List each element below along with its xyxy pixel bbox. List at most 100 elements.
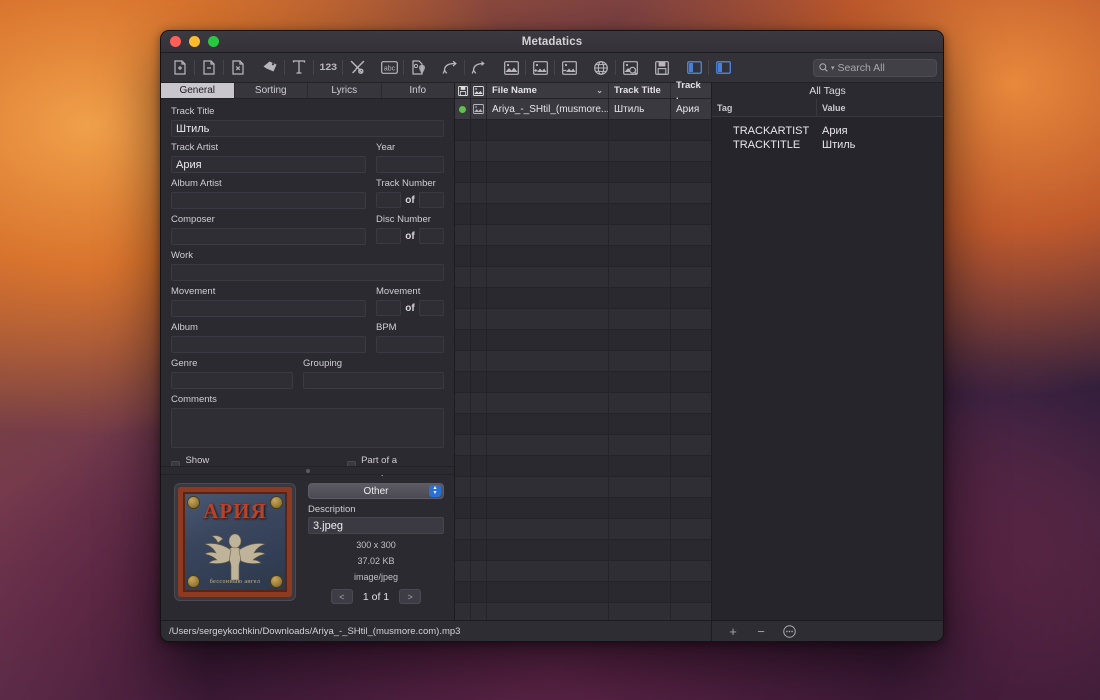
- angel-artwork-illustration: [191, 531, 279, 583]
- file-list-rows[interactable]: Ariya_-_SHtil_(musmore.... Штиль Ария: [455, 99, 711, 620]
- toggle-right-panel-icon[interactable]: [710, 56, 736, 80]
- value-column-header[interactable]: Value: [817, 99, 943, 116]
- table-row[interactable]: Ariya_-_SHtil_(musmore.... Штиль Ария: [455, 99, 711, 120]
- empty-cell: [455, 561, 471, 581]
- table-row-empty[interactable]: [455, 372, 711, 393]
- table-row-empty[interactable]: [455, 204, 711, 225]
- table-row-empty[interactable]: [455, 309, 711, 330]
- abc-icon[interactable]: abc: [376, 56, 402, 80]
- close-button[interactable]: [170, 36, 181, 47]
- toolbar-separator: [342, 60, 343, 75]
- grouping-input[interactable]: [303, 372, 444, 389]
- add-file-icon[interactable]: [167, 56, 193, 80]
- composer-input[interactable]: [171, 228, 366, 245]
- year-input[interactable]: [376, 156, 444, 173]
- tab-info[interactable]: Info: [382, 83, 455, 98]
- list-item[interactable]: TRACKTITLE Штиль: [712, 138, 943, 152]
- list-item[interactable]: TRACKARTIST Ария: [712, 124, 943, 138]
- work-input[interactable]: [171, 264, 444, 281]
- artwork-column-header[interactable]: [471, 83, 487, 98]
- save-state-column-header[interactable]: [455, 83, 471, 98]
- numbering-icon[interactable]: 123: [315, 56, 341, 80]
- remove-file-icon[interactable]: [196, 56, 222, 80]
- table-row-empty[interactable]: [455, 519, 711, 540]
- stepper-chevrons-icon[interactable]: ▴▾: [429, 485, 441, 497]
- table-row-empty[interactable]: [455, 582, 711, 603]
- table-row-empty[interactable]: [455, 498, 711, 519]
- artwork-icon[interactable]: [498, 56, 524, 80]
- search-input[interactable]: ▾ Search All: [813, 59, 937, 77]
- minimize-button[interactable]: [189, 36, 200, 47]
- track-title-column-header[interactable]: Track Title: [609, 83, 671, 98]
- toggle-left-panel-icon[interactable]: [681, 56, 707, 80]
- tab-general[interactable]: General: [161, 83, 235, 98]
- bpm-input[interactable]: [376, 336, 444, 353]
- table-row-empty[interactable]: [455, 603, 711, 620]
- add-tag-button[interactable]: +: [726, 624, 740, 638]
- floppy-icon: [458, 86, 468, 96]
- track-number-input[interactable]: [376, 192, 401, 208]
- tools-icon[interactable]: [344, 56, 370, 80]
- file-name-column-header[interactable]: File Name ⌄: [487, 83, 609, 98]
- comments-textarea[interactable]: [171, 408, 444, 448]
- movement-number-label: Movement: [376, 286, 444, 298]
- track-artist-input[interactable]: Ария: [171, 156, 366, 173]
- all-tags-rows[interactable]: TRACKARTIST Ария TRACKTITLE Штиль: [712, 117, 943, 620]
- table-row-empty[interactable]: [455, 330, 711, 351]
- table-row-empty[interactable]: [455, 351, 711, 372]
- table-row-empty[interactable]: [455, 540, 711, 561]
- artwork-next-button[interactable]: >: [399, 589, 421, 604]
- tab-lyrics[interactable]: Lyrics: [308, 83, 382, 98]
- add-artwork-icon[interactable]: [527, 56, 553, 80]
- genre-label: Genre: [171, 358, 293, 370]
- tag-icon[interactable]: [257, 56, 283, 80]
- disc-number-input[interactable]: [376, 228, 401, 244]
- tag-column-header[interactable]: Tag: [712, 99, 817, 116]
- table-row-empty[interactable]: [455, 456, 711, 477]
- artwork-description-input[interactable]: 3.jpeg: [308, 517, 444, 534]
- track-title-input[interactable]: Штиль: [171, 120, 444, 137]
- table-row-empty[interactable]: [455, 393, 711, 414]
- panel-resize-handle[interactable]: [161, 466, 454, 475]
- more-options-button[interactable]: [782, 624, 796, 638]
- table-row-empty[interactable]: [455, 246, 711, 267]
- rename-from-tags-icon[interactable]: [437, 56, 463, 80]
- search-scope-chevron-icon[interactable]: ▾: [831, 64, 835, 72]
- text-case-icon[interactable]: [286, 56, 312, 80]
- table-row-empty[interactable]: [455, 183, 711, 204]
- track-number-total-input[interactable]: [419, 192, 444, 208]
- delete-file-icon[interactable]: [225, 56, 251, 80]
- find-artwork-icon[interactable]: [617, 56, 643, 80]
- track-artist-column-header[interactable]: Track .: [671, 83, 711, 98]
- field-row-movement: Movement Movement of: [171, 286, 444, 317]
- artwork-thumbnail[interactable]: АРИЯ бессонныю ангел: [174, 483, 296, 601]
- remove-artwork-icon[interactable]: [556, 56, 582, 80]
- artwork-prev-button[interactable]: <: [331, 589, 353, 604]
- table-row-empty[interactable]: [455, 477, 711, 498]
- save-icon[interactable]: [649, 56, 675, 80]
- album-artist-input[interactable]: [171, 192, 366, 209]
- file-info-icon[interactable]: [405, 56, 431, 80]
- table-row-empty[interactable]: [455, 267, 711, 288]
- table-row-empty[interactable]: [455, 225, 711, 246]
- movement-number-total-input[interactable]: [419, 300, 444, 316]
- zoom-button[interactable]: [208, 36, 219, 47]
- disc-number-total-input[interactable]: [419, 228, 444, 244]
- table-row-empty[interactable]: [455, 561, 711, 582]
- movement-number-input[interactable]: [376, 300, 401, 316]
- artwork-kind-select[interactable]: Other ▴▾: [308, 483, 444, 499]
- web-lookup-icon[interactable]: [588, 56, 614, 80]
- table-row-empty[interactable]: [455, 120, 711, 141]
- table-row-empty[interactable]: [455, 141, 711, 162]
- tab-sorting[interactable]: Sorting: [235, 83, 309, 98]
- movement-input[interactable]: [171, 300, 366, 317]
- table-row-empty[interactable]: [455, 435, 711, 456]
- tags-from-name-icon[interactable]: [466, 56, 492, 80]
- album-input[interactable]: [171, 336, 366, 353]
- genre-input[interactable]: [171, 372, 293, 389]
- table-row-empty[interactable]: [455, 288, 711, 309]
- field-group-album-artist: Album Artist: [171, 178, 366, 209]
- table-row-empty[interactable]: [455, 414, 711, 435]
- remove-tag-button[interactable]: −: [754, 624, 768, 638]
- table-row-empty[interactable]: [455, 162, 711, 183]
